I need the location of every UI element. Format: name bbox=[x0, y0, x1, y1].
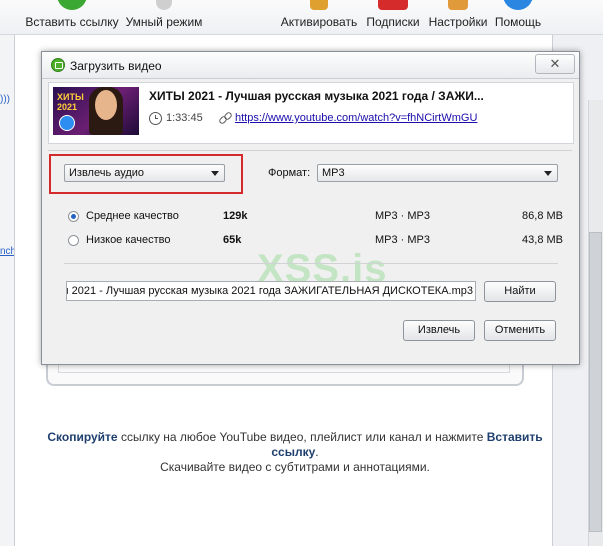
quality-format: MP3 · MP3 bbox=[375, 210, 431, 222]
video-url-link[interactable]: https://www.youtube.com/watch?v=fhNCirtW… bbox=[235, 112, 477, 124]
help-button[interactable]: Помощь bbox=[494, 0, 542, 34]
smart-mode-bulb-icon bbox=[156, 0, 172, 10]
left-panel-edge: ))) nch bbox=[0, 34, 16, 546]
download-icon bbox=[51, 58, 65, 72]
paste-link-icon bbox=[57, 0, 87, 10]
thumbnail-badge-icon bbox=[59, 115, 75, 131]
smart-mode-button[interactable]: Умный режим bbox=[124, 0, 204, 34]
scrollbar-thumb[interactable] bbox=[589, 232, 602, 532]
divider bbox=[48, 150, 572, 151]
chevron-down-icon bbox=[211, 171, 219, 176]
main-toolbar: Вставить ссылку Умный режим Активировать… bbox=[0, 0, 603, 35]
instruction-text: Скопируйте ссылку на любое YouTube видео… bbox=[30, 430, 560, 475]
dialog-titlebar[interactable]: Загрузить видео ✕ bbox=[42, 52, 579, 79]
cancel-button[interactable]: Отменить bbox=[484, 320, 556, 341]
activate-button[interactable]: Активировать bbox=[278, 0, 360, 34]
chevron-down-icon bbox=[544, 171, 552, 176]
quality-option-medium[interactable]: Среднее качество 129k MP3 · MP3 86,8 MB bbox=[68, 210, 563, 226]
partial-link[interactable]: nch bbox=[0, 246, 16, 257]
video-duration: 1:33:45 bbox=[166, 112, 203, 124]
download-video-dialog: Загрузить видео ✕ ХИТЫ 2021 ХИТЫ 2021 - … bbox=[41, 51, 580, 365]
format-select-value: MP3 bbox=[322, 167, 345, 179]
settings-button[interactable]: Настройки bbox=[426, 0, 490, 34]
paste-link-button[interactable]: Вставить ссылку bbox=[24, 0, 120, 34]
video-info-panel: ХИТЫ 2021 ХИТЫ 2021 - Лучшая русская муз… bbox=[48, 82, 574, 144]
smart-mode-label: Умный режим bbox=[125, 15, 203, 29]
filename-input[interactable]: ы 2021 - Лучшая русская музыка 2021 года… bbox=[66, 281, 476, 301]
hint-text-1: ссылку на любое YouTube видео, плейлист … bbox=[117, 430, 487, 444]
subscriptions-icon bbox=[378, 0, 408, 10]
mode-select[interactable]: Извлечь аудио bbox=[64, 164, 225, 182]
close-button[interactable]: ✕ bbox=[535, 54, 575, 74]
extract-button[interactable]: Извлечь bbox=[403, 320, 475, 341]
filename-value: ы 2021 - Лучшая русская музыка 2021 года… bbox=[66, 285, 473, 297]
wifi-icon: ))) bbox=[0, 94, 10, 105]
hint-bold-copy: Скопируйте bbox=[47, 430, 118, 444]
thumbnail-face bbox=[95, 90, 117, 120]
divider bbox=[64, 263, 558, 264]
link-icon bbox=[219, 112, 231, 124]
quality-size: 86,8 MB bbox=[522, 210, 563, 222]
paste-link-label: Вставить ссылку bbox=[25, 15, 119, 29]
quality-size: 43,8 MB bbox=[522, 234, 563, 246]
subscriptions-button[interactable]: Подписки bbox=[362, 0, 424, 34]
format-label: Формат: bbox=[268, 167, 311, 179]
quality-bitrate: 65k bbox=[223, 234, 242, 246]
settings-label: Настройки bbox=[428, 15, 488, 29]
thumbnail-caption: ХИТЫ 2021 bbox=[57, 92, 84, 112]
activate-label: Активировать bbox=[280, 15, 358, 29]
quality-label: Низкое качество bbox=[86, 234, 171, 246]
mode-select-value: Извлечь аудио bbox=[69, 167, 145, 179]
help-icon bbox=[503, 0, 533, 10]
clock-icon bbox=[149, 112, 162, 125]
hint-line-2: Скачивайте видео с субтитрами и аннотаци… bbox=[160, 460, 430, 474]
quality-option-low[interactable]: Низкое качество 65k MP3 · MP3 43,8 MB bbox=[68, 234, 563, 250]
quality-radio-low[interactable] bbox=[68, 235, 79, 246]
quality-bitrate: 129k bbox=[223, 210, 248, 222]
subscriptions-label: Подписки bbox=[366, 15, 420, 29]
format-select[interactable]: MP3 bbox=[317, 164, 558, 182]
activate-key-icon bbox=[310, 0, 328, 10]
close-icon: ✕ bbox=[549, 56, 561, 71]
quality-format: MP3 · MP3 bbox=[375, 234, 431, 246]
hint-text-2: . bbox=[315, 445, 319, 459]
browse-button[interactable]: Найти bbox=[484, 281, 556, 302]
video-title: ХИТЫ 2021 - Лучшая русская музыка 2021 г… bbox=[149, 89, 484, 103]
settings-tools-icon bbox=[448, 0, 468, 10]
dialog-title: Загрузить видео bbox=[70, 59, 162, 73]
video-thumbnail: ХИТЫ 2021 bbox=[53, 87, 139, 135]
quality-label: Среднее качество bbox=[86, 210, 179, 222]
help-label: Помощь bbox=[494, 15, 542, 29]
quality-radio-medium[interactable] bbox=[68, 211, 79, 222]
